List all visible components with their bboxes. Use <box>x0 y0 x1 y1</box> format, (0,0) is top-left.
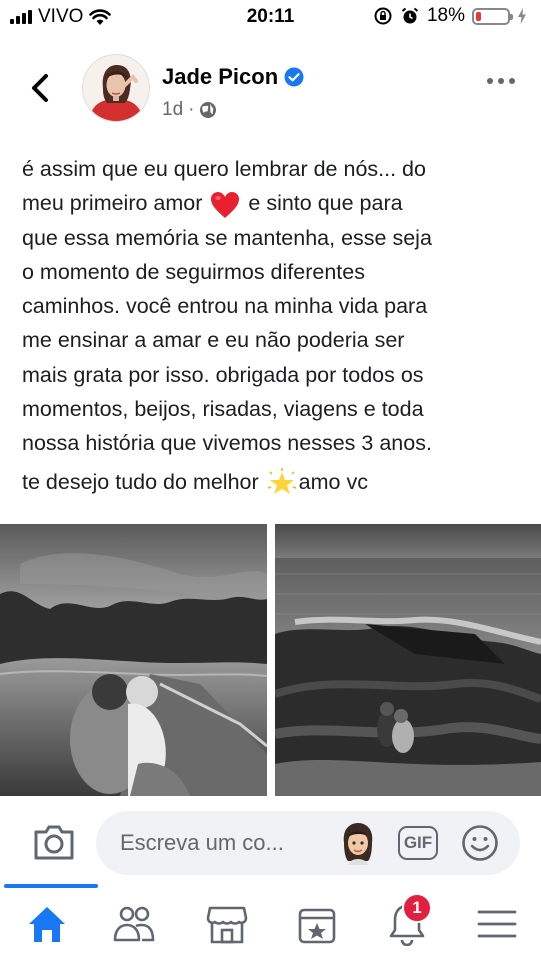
post-line: nossa história que vivemos nesses 3 anos… <box>22 431 432 456</box>
status-bar: VIVO 20:11 18% <box>0 0 541 36</box>
comment-input[interactable]: Escreva um co... GIF <box>96 811 520 875</box>
smiley-icon[interactable] <box>461 824 499 862</box>
meta-separator: · <box>188 99 195 120</box>
post-line: mais grata por isso. obrigada por todos … <box>22 362 424 387</box>
author-name[interactable]: Jade Picon <box>162 64 278 90</box>
post-header: Jade Picon 1d · <box>0 50 541 130</box>
couple-on-rocks-by-sea-photo[interactable] <box>275 524 541 796</box>
post-timestamp[interactable]: 1d <box>162 99 183 121</box>
menu-icon[interactable] <box>475 902 519 946</box>
screen-lock-rotation-icon <box>374 7 392 25</box>
post-meta: 1d · <box>162 99 217 121</box>
couple-on-boat-photo[interactable] <box>0 524 267 796</box>
post-line: te desejo tudo do melhor amo vc <box>22 465 527 499</box>
home-icon[interactable] <box>25 902 69 946</box>
active-tab-indicator <box>4 884 98 888</box>
author-avatar[interactable] <box>82 54 150 122</box>
pages-icon[interactable] <box>295 902 339 946</box>
status-right: 18% <box>373 5 527 27</box>
back-chevron-icon[interactable] <box>26 68 56 108</box>
verified-badge-icon <box>284 67 304 87</box>
tab-bar <box>0 884 541 960</box>
post-line: caminhos. você entrou na minha vida para <box>22 294 428 319</box>
battery-icon <box>472 7 513 25</box>
avatar-sticker-icon[interactable] <box>338 821 378 865</box>
author-name-row[interactable]: Jade Picon <box>162 64 304 90</box>
post-line: que essa memória se mantenha, esse seja <box>22 225 432 250</box>
friends-icon[interactable] <box>112 902 156 946</box>
gif-button[interactable]: GIF <box>398 826 438 860</box>
more-dots-icon[interactable] <box>487 78 515 84</box>
post-text: é assim que eu quero lembrar de nós... d… <box>22 152 527 499</box>
camera-icon[interactable] <box>32 822 76 862</box>
globe-icon <box>200 102 217 118</box>
comment-placeholder[interactable]: Escreva um co... <box>120 830 284 856</box>
post-line: o momento de seguirmos diferentes <box>22 259 365 284</box>
post-line: é assim que eu quero lembrar de nós... d… <box>22 157 426 181</box>
post-photos <box>0 524 541 796</box>
glowing-star-emoji <box>267 468 296 494</box>
alarm-icon <box>401 7 419 24</box>
post-line: me ensinar a amar e eu não poderia ser <box>22 328 405 353</box>
notification-badge: 1 <box>402 893 432 923</box>
battery-percent: 18% <box>426 5 465 26</box>
red-heart-emoji <box>211 191 240 218</box>
marketplace-icon[interactable] <box>205 902 249 946</box>
post-line: momentos, beijos, risadas, viagens e tod… <box>22 397 424 422</box>
charging-bolt-icon <box>518 8 526 24</box>
battery-level <box>476 11 482 21</box>
comment-bar: Escreva um co... GIF <box>0 802 541 884</box>
post-line: meu primeiro amor e sinto que para <box>22 186 527 220</box>
